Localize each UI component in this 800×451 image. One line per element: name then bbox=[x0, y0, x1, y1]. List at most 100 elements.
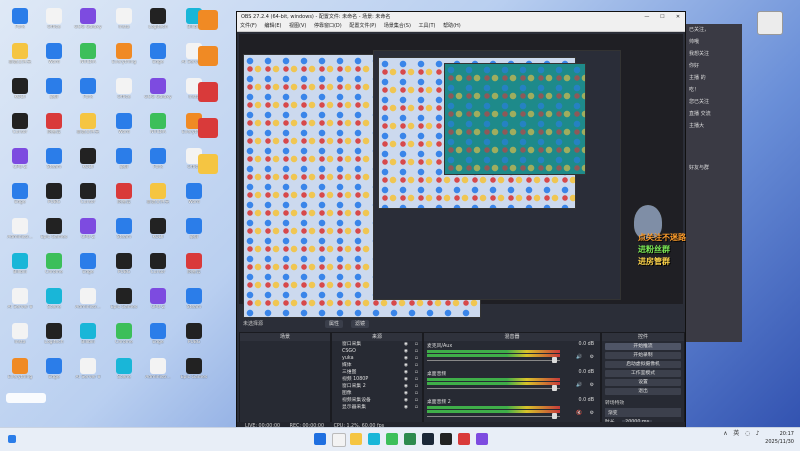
menu-profile[interactable]: 配置文件(P) bbox=[349, 23, 376, 29]
network-icon[interactable]: ◌ bbox=[745, 430, 750, 438]
desktop-icon[interactable]: Epic Games bbox=[106, 286, 142, 326]
desktop-icon[interactable]: 录屏 bbox=[176, 216, 212, 256]
source-item[interactable]: CSGO ◉ ▫ bbox=[332, 348, 422, 355]
desktop-shortcut-icon[interactable] bbox=[198, 10, 218, 30]
visibility-eye-icon[interactable]: ◉ bbox=[404, 397, 408, 404]
desktop-icon[interactable]: Bilibili bbox=[2, 251, 38, 291]
desktop-search-box[interactable] bbox=[6, 393, 46, 403]
desktop-icon[interactable]: Logitech bbox=[140, 6, 176, 46]
desktop-icon[interactable]: KODI bbox=[140, 216, 176, 256]
desktop-icon[interactable]: Logitech bbox=[36, 321, 72, 361]
desktop-icon[interactable]: 新建文件夹 bbox=[2, 41, 38, 81]
desktop-icon[interactable]: 网易云 bbox=[36, 111, 72, 151]
desktop-icon[interactable]: Fork bbox=[140, 146, 176, 186]
desktop-shortcut-icon[interactable] bbox=[198, 82, 218, 102]
desktop-icon[interactable]: CPU-Z bbox=[2, 146, 38, 186]
start-virtual-camera-button[interactable]: 启动虚拟摄像机 bbox=[605, 361, 681, 368]
visibility-eye-icon[interactable]: ◉ bbox=[404, 348, 408, 355]
lock-icon[interactable]: ▫ bbox=[415, 362, 418, 369]
desktop-icon[interactable]: Insta bbox=[2, 321, 38, 361]
widgets-icon[interactable] bbox=[8, 435, 16, 443]
close-button[interactable]: ✕ bbox=[671, 12, 685, 22]
visibility-eye-icon[interactable]: ◉ bbox=[404, 390, 408, 397]
steam-icon[interactable] bbox=[422, 433, 434, 445]
menu-file[interactable]: 文件(F) bbox=[240, 23, 257, 29]
maximize-button[interactable]: ☐ bbox=[655, 12, 669, 22]
menu-docks[interactable]: 停靠窗口(D) bbox=[314, 23, 342, 29]
desktop-icon[interactable]: 录屏 bbox=[36, 76, 72, 116]
visibility-eye-icon[interactable]: ◉ bbox=[404, 404, 408, 411]
desktop-icon[interactable]: Scene bbox=[106, 356, 142, 396]
filters-button[interactable]: 滤镜 bbox=[351, 320, 370, 328]
app-icon[interactable] bbox=[476, 433, 488, 445]
desktop-icon[interactable]: PUBG bbox=[106, 251, 142, 291]
desktop-icon[interactable]: Epic Games bbox=[176, 356, 212, 396]
source-item[interactable]: 窗口采集 ◉ ▫ bbox=[332, 341, 422, 348]
start-icon[interactable] bbox=[314, 433, 326, 445]
file-explorer-icon[interactable] bbox=[350, 433, 362, 445]
gear-icon[interactable]: ⚙ bbox=[590, 355, 594, 360]
desktop-icon[interactable]: Cursor bbox=[140, 251, 176, 291]
desktop-icon[interactable]: Edge bbox=[36, 356, 72, 396]
desktop-icon[interactable]: Chrome bbox=[36, 251, 72, 291]
obs-title-bar[interactable]: OBS 27.2.4 (64-bit, windows) - 配置文件: 未命名… bbox=[237, 12, 685, 22]
desktop-icon[interactable]: Word bbox=[36, 41, 72, 81]
desktop-icon[interactable]: Steam bbox=[36, 146, 72, 186]
volume-slider[interactable] bbox=[427, 360, 560, 361]
desktop-icon[interactable]: Edge bbox=[2, 181, 38, 221]
exit-button[interactable]: 退出 bbox=[605, 388, 681, 395]
desktop-icon[interactable]: GOG Galaxy bbox=[140, 76, 176, 116]
visibility-eye-icon[interactable]: ◉ bbox=[404, 369, 408, 376]
volume-slider-knob[interactable] bbox=[552, 357, 557, 363]
desktop-icon[interactable]: Office bbox=[36, 6, 72, 46]
wechat-icon[interactable] bbox=[404, 433, 416, 445]
volume-slider[interactable] bbox=[427, 416, 560, 417]
lock-icon[interactable]: ▫ bbox=[415, 376, 418, 383]
desktop-icon[interactable]: KODI bbox=[70, 146, 106, 186]
desktop-icon[interactable]: Fork bbox=[70, 76, 106, 116]
start-streaming-button[interactable]: 开始推流 bbox=[605, 343, 681, 350]
desktop-icon[interactable]: Administr... bbox=[140, 356, 176, 396]
app-icon[interactable] bbox=[458, 433, 470, 445]
obs-preview[interactable] bbox=[239, 34, 683, 318]
desktop-icon[interactable]: 网易云 bbox=[176, 251, 212, 291]
desktop-icon[interactable]: Steam bbox=[106, 216, 142, 256]
desktop-shortcut-icon[interactable] bbox=[198, 154, 218, 174]
desktop-icon[interactable]: Steam bbox=[176, 286, 212, 326]
desktop-icon[interactable]: NVIDIA bbox=[140, 111, 176, 151]
chevron-up-icon[interactable]: ∧ bbox=[723, 430, 727, 438]
visibility-eye-icon[interactable]: ◉ bbox=[404, 341, 408, 348]
source-item[interactable]: 视频采集设备 ◉ ▫ bbox=[332, 397, 422, 404]
lock-icon[interactable]: ▫ bbox=[415, 348, 418, 355]
obs-icon[interactable] bbox=[440, 433, 452, 445]
desktop-icon[interactable]: Insta bbox=[106, 6, 142, 46]
desktop-icon[interactable]: Cursor bbox=[2, 111, 38, 151]
lock-icon[interactable]: ▫ bbox=[415, 355, 418, 362]
menu-view[interactable]: 视图(V) bbox=[289, 23, 306, 29]
chrome-icon[interactable] bbox=[386, 433, 398, 445]
desktop-icon[interactable]: 网易云 bbox=[106, 181, 142, 221]
ime-language[interactable]: 英 bbox=[733, 430, 739, 438]
speaker-icon[interactable]: 🔊 bbox=[576, 355, 582, 360]
source-item[interactable]: 窗口采集 2 ◉ ▫ bbox=[332, 383, 422, 390]
menu-help[interactable]: 帮助(H) bbox=[443, 23, 461, 29]
muted-speaker-icon[interactable]: 🔇 bbox=[576, 411, 582, 416]
edge-icon[interactable] bbox=[368, 433, 380, 445]
desktop-icon[interactable]: CPU-Z bbox=[70, 216, 106, 256]
properties-button[interactable]: 属性 bbox=[325, 320, 344, 328]
desktop-icon[interactable]: Bilibili bbox=[70, 321, 106, 361]
desktop-icon[interactable]: CPU-Z bbox=[140, 286, 176, 326]
clock[interactable]: 20:17 2025/11/30 bbox=[765, 430, 794, 446]
source-item[interactable]: 视频 1080P ◉ ▫ bbox=[332, 376, 422, 383]
lock-icon[interactable]: ▫ bbox=[415, 404, 418, 411]
visibility-eye-icon[interactable]: ◉ bbox=[404, 362, 408, 369]
desktop-icon[interactable]: Edge bbox=[140, 321, 176, 361]
gear-icon[interactable]: ⚙ bbox=[590, 411, 594, 416]
desktop-icon[interactable]: NVIDIA bbox=[70, 41, 106, 81]
desktop-shortcut-icon[interactable] bbox=[198, 46, 218, 66]
menu-tools[interactable]: 工具(T) bbox=[419, 23, 436, 29]
pin-icon[interactable] bbox=[757, 11, 783, 35]
menu-scene-collection[interactable]: 场景集合(S) bbox=[384, 23, 411, 29]
studio-mode-button[interactable]: 工作室模式 bbox=[605, 370, 681, 377]
desktop-icon[interactable]: Everything bbox=[2, 356, 38, 396]
